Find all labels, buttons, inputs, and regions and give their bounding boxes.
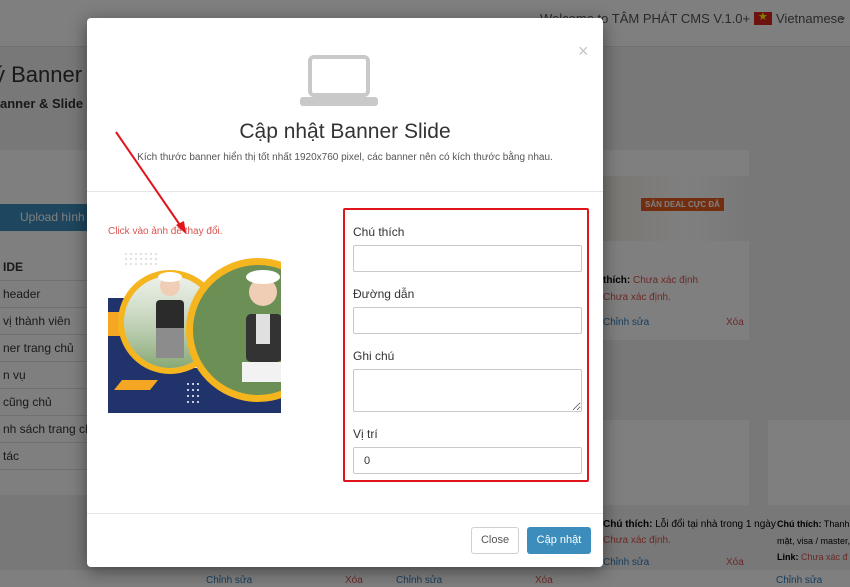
laptop-icon xyxy=(300,55,378,106)
modal-subtitle: Kích thước banner hiển thị tốt nhất 1920… xyxy=(137,152,553,163)
caption-input[interactable] xyxy=(353,245,582,272)
change-image-hint: Click vào ảnh để thay đổi. xyxy=(108,226,223,237)
close-button[interactable]: Close xyxy=(471,527,519,554)
position-label: Vị trí xyxy=(353,427,378,441)
position-input[interactable] xyxy=(353,447,582,474)
modal-title: Cập nhật Banner Slide xyxy=(239,120,451,143)
note-textarea[interactable] xyxy=(353,369,582,412)
link-label: Đường dẫn xyxy=(353,287,415,301)
update-button[interactable]: Cập nhật xyxy=(527,527,591,554)
link-input[interactable] xyxy=(353,307,582,334)
banner-artwork xyxy=(108,240,281,413)
banner-image[interactable] xyxy=(108,240,281,413)
note-label: Ghi chú xyxy=(353,349,395,363)
divider xyxy=(87,513,603,514)
close-icon[interactable]: × xyxy=(578,42,589,60)
divider xyxy=(87,191,603,192)
caption-label: Chú thích xyxy=(353,225,405,239)
update-banner-modal: × Cập nhật Banner Slide Kích thước banne… xyxy=(87,18,603,567)
